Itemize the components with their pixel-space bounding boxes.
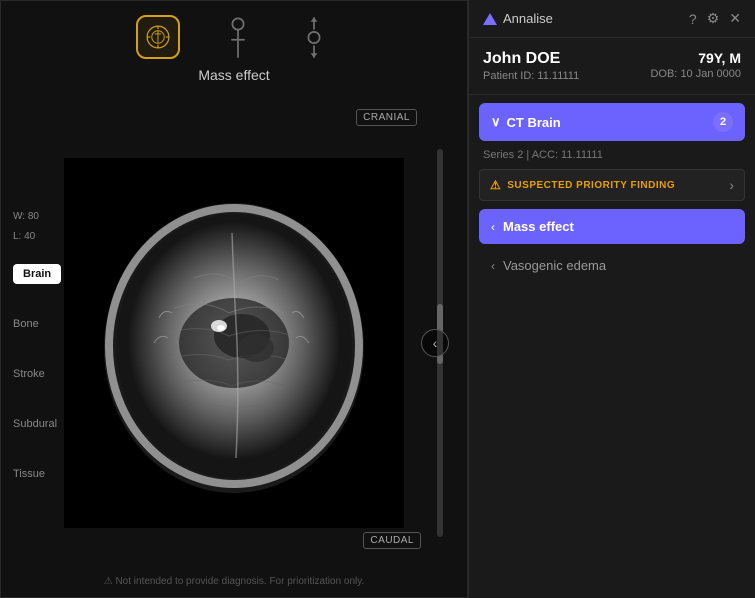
patient-name: John DOE <box>483 50 579 68</box>
ct-brain-label: ∨ CT Brain <box>491 114 561 130</box>
scan-title: Mass effect <box>1 67 467 89</box>
app-logo: Annalise <box>483 11 553 26</box>
category-brain[interactable]: Brain <box>13 264 61 284</box>
category-stroke[interactable]: Stroke <box>13 364 61 384</box>
ct-brain-badge: 2 <box>713 112 733 132</box>
window-label: W: 80 <box>13 209 39 225</box>
warning-icon: ⚠ <box>490 178 501 192</box>
finding-vasogenic-edema[interactable]: ‹ Vasogenic edema <box>479 250 745 281</box>
priority-label: ⚠ SUSPECTED PRIORITY FINDING <box>490 178 675 192</box>
finding-vasogenic-chevron-icon: ‹ <box>491 259 495 273</box>
scan-panel: Mass effect W: 80 L: 40 Brain Bone Strok… <box>0 0 468 598</box>
settings-icon[interactable]: ⚙ <box>707 10 720 27</box>
scan-nav-left[interactable]: ‹ <box>421 329 449 357</box>
tool-brain-window[interactable] <box>136 15 180 59</box>
level-label: L: 40 <box>13 229 39 245</box>
app-title: Annalise <box>503 11 553 26</box>
app-header: Annalise ? ⚙ ✕ <box>469 0 755 38</box>
brain-scan-image <box>64 158 404 528</box>
help-icon[interactable]: ? <box>689 11 697 27</box>
patient-age: 79Y, M <box>650 50 741 66</box>
close-icon[interactable]: ✕ <box>729 10 741 27</box>
series-info: Series 2 | ACC: 11.11111 <box>469 141 755 165</box>
patient-dob: DOB: 10 Jan 0000 <box>650 68 741 80</box>
tool-navigate[interactable] <box>296 19 332 55</box>
finding-vasogenic-label: Vasogenic edema <box>503 258 606 273</box>
category-list: Brain Bone Stroke Subdural Tissue <box>13 264 61 484</box>
header-actions: ? ⚙ ✕ <box>689 10 741 27</box>
category-bone[interactable]: Bone <box>13 314 61 334</box>
category-tissue[interactable]: Tissue <box>13 464 61 484</box>
toolbar <box>1 1 467 67</box>
patient-info: John DOE Patient ID: 11.11111 79Y, M DOB… <box>469 38 755 95</box>
right-panel: Annalise ? ⚙ ✕ John DOE Patient ID: 11.1… <box>468 0 755 598</box>
priority-finding-bar[interactable]: ⚠ SUSPECTED PRIORITY FINDING › <box>479 169 745 201</box>
scan-area: W: 80 L: 40 Brain Bone Stroke Subdural T… <box>1 89 467 597</box>
tool-adjust[interactable] <box>220 19 256 55</box>
window-level-labels: W: 80 L: 40 <box>13 209 39 245</box>
finding-mass-effect[interactable]: ‹ Mass effect <box>479 209 745 244</box>
label-caudal: CAUDAL <box>363 532 421 549</box>
patient-id: Patient ID: 11.11111 <box>483 70 579 82</box>
finding-chevron-icon: ‹ <box>491 220 495 234</box>
logo-icon <box>483 13 497 25</box>
ct-brain-section[interactable]: ∨ CT Brain 2 <box>479 103 745 141</box>
label-cranial: CRANIAL <box>356 109 417 126</box>
disclaimer: Not intended to provide diagnosis. For p… <box>1 576 467 587</box>
category-subdural[interactable]: Subdural <box>13 414 61 434</box>
finding-mass-effect-label: Mass effect <box>503 219 574 234</box>
ct-chevron-icon: ∨ <box>491 114 501 130</box>
priority-expand-icon: › <box>729 177 734 193</box>
